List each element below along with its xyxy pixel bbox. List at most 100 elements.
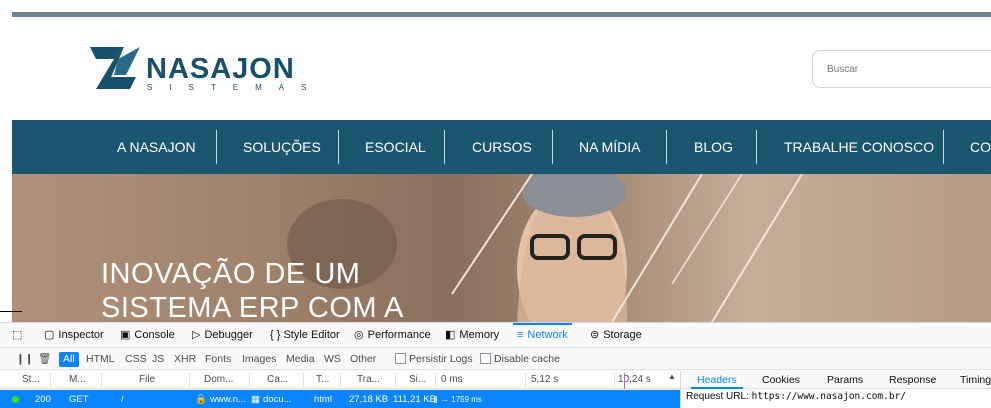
logo-mark-icon: [90, 47, 140, 89]
tab-performance[interactable]: ◎ Performance: [354, 323, 431, 348]
row-status: 200: [35, 394, 51, 405]
tab-debugger[interactable]: ▷ Debugger: [192, 323, 253, 348]
tab-params[interactable]: Params: [827, 371, 863, 389]
table-row[interactable]: 200 GET / 🔒 www.n... ▦ docu... html 27,1…: [0, 390, 680, 408]
logo-subtitle: SISTEMAS: [147, 83, 324, 92]
nav-separator: [756, 130, 757, 164]
filter-html[interactable]: HTML: [86, 352, 115, 367]
devtools-toolbar: ⬚ ▢ Inspector ▣ Console ▷ Debugger { } Styl…: [0, 323, 991, 348]
tab-inspector[interactable]: ▢ Inspector: [44, 323, 104, 348]
hero-headline-line-1: INOVAÇÃO DE UM: [101, 258, 361, 290]
memory-icon: ◧: [445, 329, 456, 341]
column-separator: [395, 373, 396, 387]
load-event-marker: [624, 373, 625, 389]
tab-console[interactable]: ▣ Console: [120, 323, 175, 348]
col-cause[interactable]: Ca...: [267, 371, 288, 389]
inspector-icon: ▢: [44, 329, 55, 341]
storage-icon: ⊜: [590, 329, 600, 341]
devtools-panel: ⬚ ▢ Inspector ▣ Console ▷ Debugger { } Styl…: [0, 322, 991, 408]
search-box[interactable]: [812, 50, 991, 88]
col-method[interactable]: M...: [69, 371, 86, 389]
tab-network[interactable]: ≡ Network: [513, 323, 572, 348]
nav-item-trabalhe-conosco[interactable]: TRABALHE CONOSCO: [784, 120, 934, 174]
column-separator: [101, 373, 102, 387]
timeline-divider: [525, 373, 526, 387]
performance-icon: ◎: [354, 329, 364, 341]
row-method: GET: [69, 394, 89, 405]
filter-js[interactable]: JS: [152, 352, 164, 367]
tab-response[interactable]: Response: [889, 371, 936, 389]
persist-logs-checkbox[interactable]: Persistir Logs: [395, 352, 473, 367]
filter-fonts[interactable]: Fonts: [205, 352, 231, 367]
request-url-value: https://www.nasajon.com.br/: [751, 391, 907, 402]
request-url-label: Request URL:: [686, 391, 749, 402]
row-transferred: 27,18 KB: [349, 394, 389, 405]
tab-headers[interactable]: Headers: [691, 371, 743, 389]
filter-other[interactable]: Other: [350, 352, 376, 367]
debugger-icon: ▷: [192, 329, 201, 341]
column-separator: [249, 373, 250, 387]
filter-images[interactable]: Images: [242, 352, 276, 367]
document-icon: ▦: [251, 394, 260, 405]
column-separator: [340, 373, 341, 387]
divider-line: [0, 311, 22, 312]
timing-bar: [434, 396, 437, 403]
col-size[interactable]: Si...: [409, 371, 426, 389]
nav-item-contato[interactable]: CO: [970, 120, 991, 174]
timeline-10s: 10,24 s: [618, 374, 651, 385]
filter-all[interactable]: All: [59, 352, 79, 367]
column-separator: [50, 373, 51, 387]
nav-item-blog[interactable]: BLOG: [694, 120, 733, 174]
filter-ws[interactable]: WS: [324, 352, 341, 367]
timeline-5s: 5,12 s: [531, 374, 559, 385]
pause-icon[interactable]: ❙❙: [16, 352, 34, 367]
column-separator: [303, 373, 304, 387]
nav-separator: [943, 130, 944, 164]
nav-item-cursos[interactable]: CURSOS: [472, 120, 532, 174]
site-logo[interactable]: NASAJON SISTEMAS: [84, 45, 306, 95]
column-separator: [435, 373, 436, 387]
nav-item-solucoes[interactable]: SOLUÇÕES: [243, 120, 321, 174]
tab-memory[interactable]: ◧ Memory: [445, 323, 499, 348]
col-type[interactable]: T...: [316, 371, 329, 389]
top-accent-bar: [12, 12, 991, 17]
request-url: Request URL: https://www.nasajon.com.br/: [686, 391, 906, 402]
filter-xhr[interactable]: XHR: [174, 352, 196, 367]
nav-separator: [338, 130, 339, 164]
trash-icon[interactable]: 🗑: [38, 352, 51, 367]
tab-style-editor[interactable]: { } Style Editor: [270, 323, 340, 348]
element-picker-icon[interactable]: ⬚: [12, 323, 22, 348]
checkbox-icon: [480, 353, 491, 364]
network-filter-bar: ❙❙ 🗑 All HTML CSS JS XHR Fonts Images Me…: [0, 349, 991, 370]
filter-css[interactable]: CSS: [125, 352, 147, 367]
tab-storage[interactable]: ⊜ Storage: [590, 323, 642, 348]
nav-item-na-midia[interactable]: NA MÍDIA: [579, 120, 640, 174]
request-table-header: St... M... File Dom... Ca... T... Tra...…: [0, 371, 680, 389]
row-file: /: [121, 394, 124, 405]
disable-cache-checkbox[interactable]: Disable cache: [480, 352, 560, 367]
nav-item-a-nasajon[interactable]: A NASAJON: [117, 120, 196, 174]
hero-banner: INOVAÇÃO DE UM SISTEMA ERP COM A: [12, 174, 991, 322]
row-domain: www.n...: [210, 394, 246, 405]
browser-page: NASAJON SISTEMAS A NASAJON SOLUÇÕES ESOC…: [0, 0, 991, 408]
scroll-up-arrow-icon[interactable]: ▲: [668, 372, 676, 381]
row-timing: → 1759 ms: [441, 395, 482, 404]
tab-timing[interactable]: Timing: [960, 371, 991, 389]
col-file[interactable]: File: [139, 371, 155, 389]
nav-separator: [444, 130, 445, 164]
tab-cookies[interactable]: Cookies: [762, 371, 800, 389]
col-status[interactable]: St...: [22, 371, 40, 389]
col-domain[interactable]: Dom...: [204, 371, 233, 389]
timeline-divider: [614, 373, 615, 387]
col-transferred[interactable]: Tra...: [357, 371, 380, 389]
row-cause: docu...: [263, 394, 292, 405]
status-ok-icon: [12, 396, 19, 403]
search-input[interactable]: [813, 51, 983, 87]
request-details-panel: Headers Cookies Params Response Timing R…: [680, 371, 991, 408]
main-nav: A NASAJON SOLUÇÕES ESOCIAL CURSOS NA MÍD…: [12, 120, 991, 174]
filter-media[interactable]: Media: [286, 352, 315, 367]
column-separator: [189, 373, 190, 387]
nav-item-esocial[interactable]: ESOCIAL: [365, 120, 426, 174]
nav-separator: [552, 130, 553, 164]
network-icon: ≡: [517, 329, 524, 341]
